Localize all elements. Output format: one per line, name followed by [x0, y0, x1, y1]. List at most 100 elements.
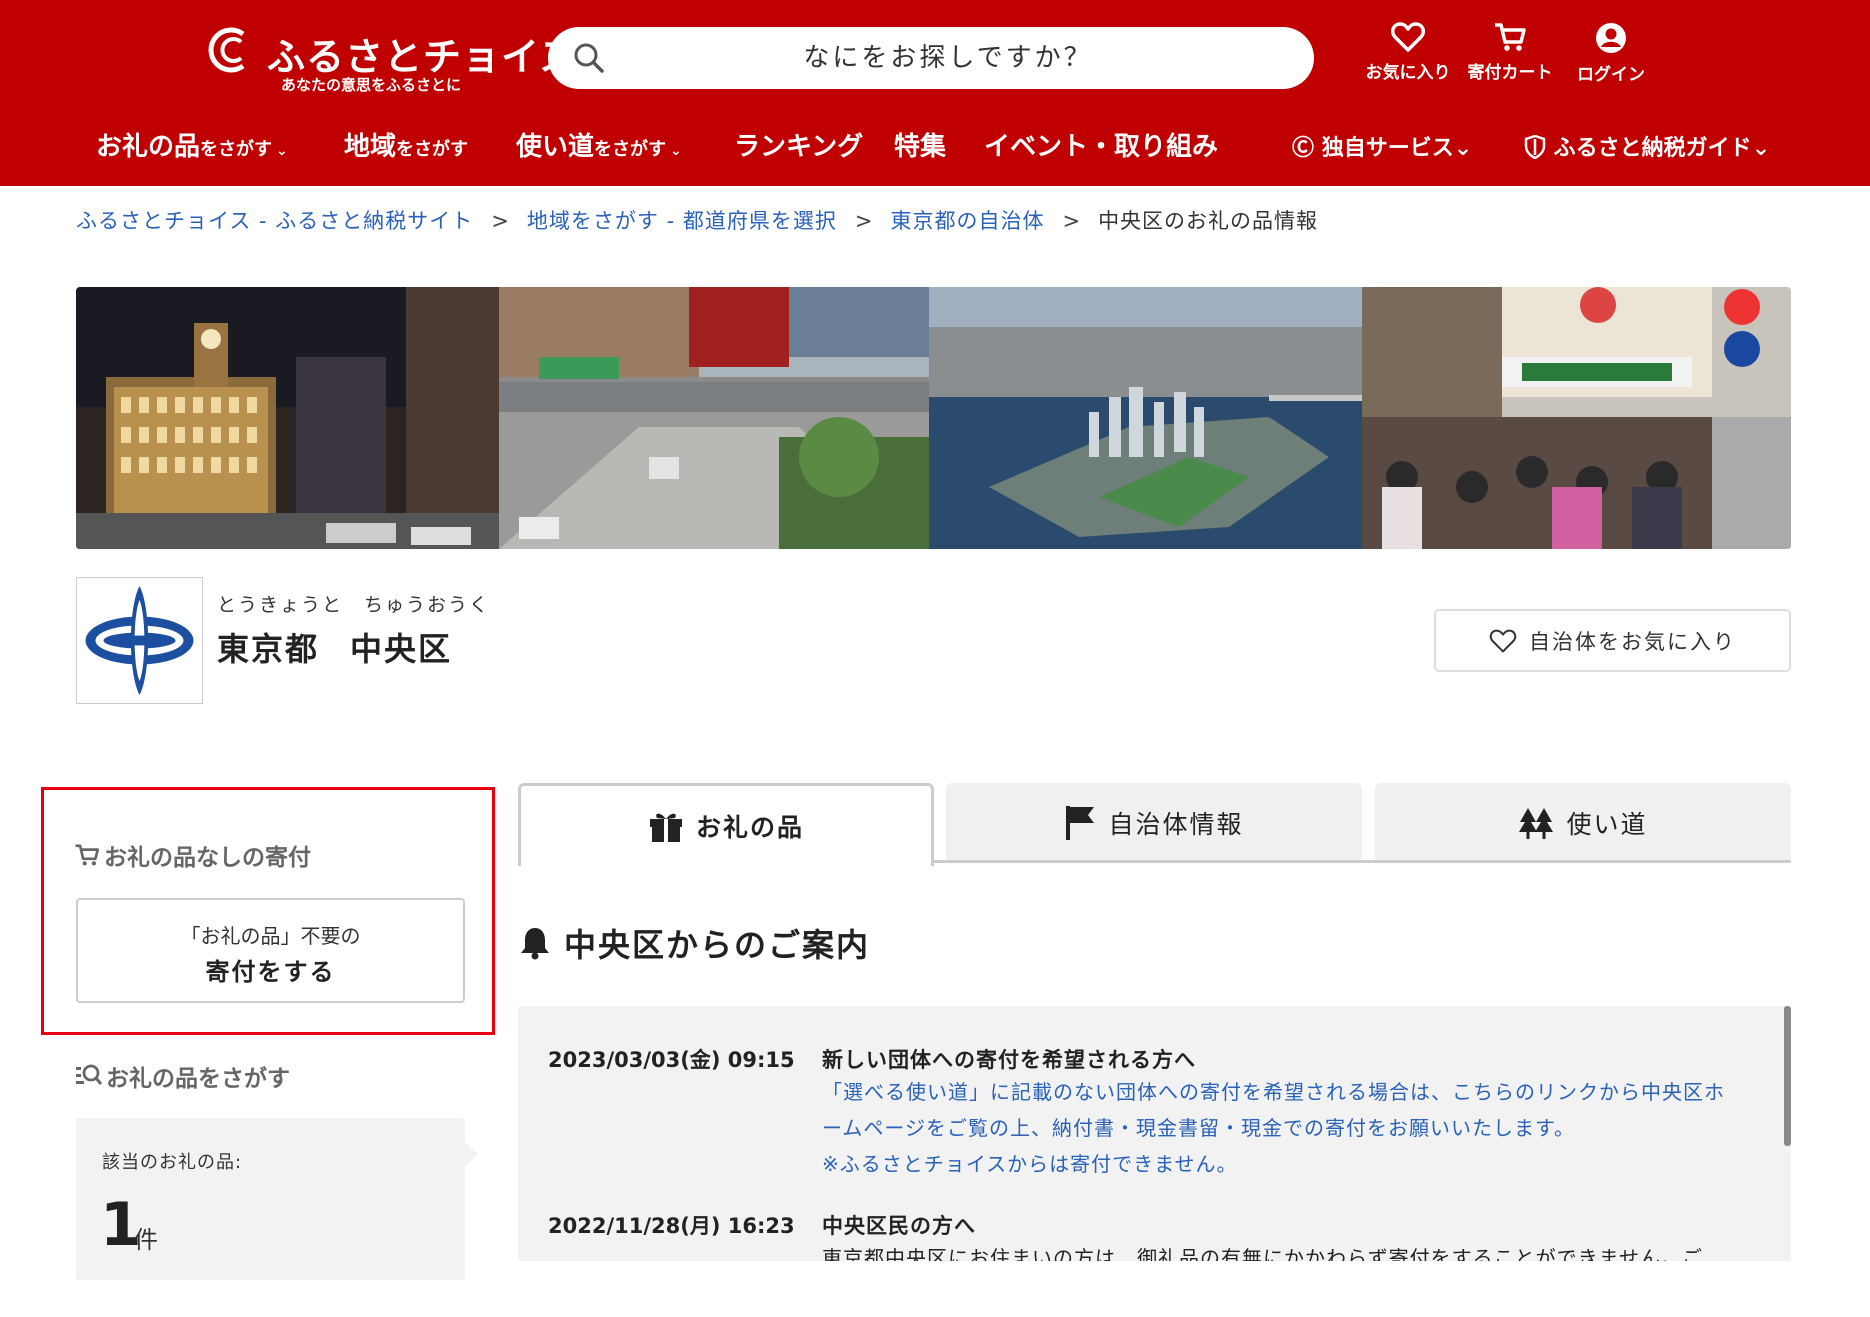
tab-municipality-info-label: 自治体情報 [1108, 810, 1244, 839]
municipality-emblem [76, 577, 203, 704]
municipality-banner [76, 287, 1791, 549]
logo-text: ふるさとチョイス [267, 35, 578, 79]
tab-usage-label: 使い道 [1566, 810, 1648, 839]
login-button[interactable]: ログイン [1566, 22, 1656, 85]
favorite-municipality-label: 自治体をお気に入り [1529, 629, 1736, 654]
main-nav: お礼の品をさがす ⌄ 地域をさがす 使い道をさがす ⌄ ランキング 特集 イベント・… [0, 120, 1870, 168]
banner-photo-tsukiji [1362, 287, 1791, 549]
gift-count-label: 該当のお礼の品: [102, 1152, 243, 1173]
chevron-down-icon: ⌄ [1751, 136, 1771, 161]
nav-ranking-label: ランキング [734, 132, 864, 162]
bell-icon [521, 928, 549, 960]
nav-events-label: イベント・取り組み [984, 132, 1219, 162]
tab-gifts[interactable]: お礼の品 [518, 783, 934, 866]
search-gifts-title: お礼の品をさがす [74, 1059, 290, 1093]
donate-without-gift-button[interactable]: 「お礼の品」不要の 寄付をする [76, 898, 465, 1003]
nav-features-label: 特集 [894, 132, 947, 162]
search-input[interactable] [618, 35, 1278, 81]
cart-label: 寄付カート [1467, 63, 1553, 83]
nav-original-service[interactable]: Ⓒ 独自サービス⌄ [1292, 130, 1472, 162]
tab-usage[interactable]: 使い道 [1375, 783, 1791, 863]
breadcrumb-separator: > [854, 209, 873, 233]
chuo-ward-emblem-icon [85, 586, 194, 695]
tab-underline [933, 860, 1791, 863]
nav-usage-sub: をさがす [594, 139, 667, 160]
choice-logo-icon [208, 27, 245, 73]
notice-title: 中央区からのご案内 [520, 920, 870, 966]
notice-1-body-line3[interactable]: ※ふるさとチョイスからは寄付できません。 [822, 1146, 1762, 1182]
nav-guide[interactable]: ふるさと納税ガイド⌄ [1524, 130, 1770, 162]
search-icon[interactable] [572, 41, 606, 75]
notice-2-body-line1: 東京都中央区にお住まいの方は、御礼品の有無にかかわらず寄付をすることができません… [822, 1246, 1703, 1261]
city-ruby: ちゅうおうく [364, 594, 491, 616]
cart-button[interactable]: 寄付カート [1460, 22, 1560, 83]
cart-icon [75, 844, 100, 866]
notice-1-body-line2[interactable]: ームページをご覧の上、納付書・現金書留・現金での寄付をお願いいたします。 [822, 1110, 1762, 1146]
nav-region[interactable]: 地域をさがす [344, 126, 468, 163]
gift-icon [649, 813, 682, 842]
nav-usage[interactable]: 使い道をさがす ⌄ [516, 126, 682, 163]
search-gifts-label: お礼の品をさがす [106, 1066, 290, 1092]
list-search-icon [76, 1064, 102, 1085]
breadcrumb-separator: > [491, 209, 509, 233]
notice-1-body[interactable]: 「選べる使い道」に記載のない団体への寄付を希望される場合は、こちらのリンクから中… [822, 1074, 1762, 1182]
choice-mini-icon: Ⓒ [1292, 136, 1315, 161]
shield-icon [1524, 134, 1546, 160]
notice-scrollbar[interactable] [1784, 1006, 1791, 1146]
nav-region-label: 地域 [344, 132, 397, 162]
login-label: ログイン [1577, 65, 1645, 85]
cart-icon [1495, 23, 1526, 51]
notice-2-title: 中央区民の方へ [822, 1214, 976, 1238]
nav-original-service-label: 独自サービス [1321, 136, 1454, 161]
nav-gifts-sub: をさがす [200, 139, 273, 160]
breadcrumb-region[interactable]: 地域をさがす - 都道府県を選択 [527, 209, 837, 233]
nav-usage-label: 使い道 [516, 132, 595, 162]
prefecture-ruby: とうきょうと [217, 594, 344, 616]
heart-icon [1391, 22, 1425, 52]
breadcrumb-home[interactable]: ふるさとチョイス - ふるさと納税サイト [76, 209, 473, 233]
city-name: 中央区 [350, 630, 453, 668]
nav-events[interactable]: イベント・取り組み [984, 126, 1218, 163]
chevron-down-icon: ⌄ [1453, 136, 1473, 161]
breadcrumb-tokyo[interactable]: 東京都の自治体 [890, 209, 1044, 233]
favorites-button[interactable]: お気に入り [1358, 22, 1458, 83]
no-gift-donation-title: お礼の品なしの寄付 [74, 838, 311, 872]
notice-list[interactable]: 2023/03/03(金) 09:15 新しい団体への寄付を希望される方へ 「選… [518, 1006, 1791, 1261]
chevron-down-icon: ⌄ [670, 143, 682, 159]
notice-1-datetime: 2023/03/03(金) 09:15 [548, 1048, 795, 1072]
notice-2-datetime: 2022/11/28(月) 16:23 [548, 1214, 795, 1238]
logo-tagline: あなたの意思をふるさとに [281, 76, 462, 94]
gift-count-box: 該当のお礼の品: 1 件 [76, 1118, 478, 1280]
banner-photo-aerial [929, 287, 1362, 549]
breadcrumb: ふるさとチョイス - ふるさと納税サイト > 地域をさがす - 都道府県を選択 > 東京… [76, 205, 1318, 235]
site-logo[interactable]: ふるさとチョイス あなたの意思をふるさとに [203, 26, 577, 96]
favorite-municipality-button[interactable]: 自治体をお気に入り [1434, 609, 1791, 672]
search-bar[interactable] [548, 27, 1314, 89]
donate-button-line1: 「お礼の品」不要の [180, 924, 361, 948]
chevron-down-icon: ⌄ [276, 143, 288, 159]
notice-title-label: 中央区からのご案内 [564, 926, 871, 964]
nav-gifts[interactable]: お礼の品をさがす ⌄ [96, 126, 288, 163]
banner-photo-nihonbashi [499, 287, 929, 549]
notice-1-title: 新しい団体への寄付を希望される方へ [822, 1048, 1196, 1072]
tab-municipality-info[interactable]: 自治体情報 [946, 783, 1362, 863]
nav-region-sub: をさがす [396, 139, 469, 160]
gift-count-unit: 件 [134, 1226, 158, 1254]
tooltip-arrow [465, 1142, 478, 1166]
breadcrumb-current: 中央区のお礼の品情報 [1098, 209, 1319, 233]
nav-ranking[interactable]: ランキング [734, 126, 863, 163]
trees-icon [1519, 808, 1554, 839]
donate-button-line2: 寄付をする [205, 958, 336, 986]
nav-guide-label: ふるさと納税ガイド [1553, 136, 1752, 161]
nav-gifts-label: お礼の品 [96, 132, 201, 162]
nav-features[interactable]: 特集 [894, 126, 946, 163]
prefecture-name: 東京都 [217, 630, 320, 668]
notice-1-body-line1[interactable]: 「選べる使い道」に記載のない団体への寄付を希望される場合は、こちらのリンクから中… [822, 1074, 1762, 1110]
flag-icon [1066, 806, 1095, 840]
heart-outline-icon [1489, 629, 1517, 652]
site-header: ふるさとチョイス あなたの意思をふるさとに お気に入り 寄付カート ログイン [0, 0, 1870, 186]
no-gift-donation-label: お礼の品なしの寄付 [104, 845, 311, 871]
user-icon [1596, 23, 1626, 53]
breadcrumb-separator: > [1062, 209, 1081, 233]
tab-gifts-label: お礼の品 [695, 813, 804, 842]
